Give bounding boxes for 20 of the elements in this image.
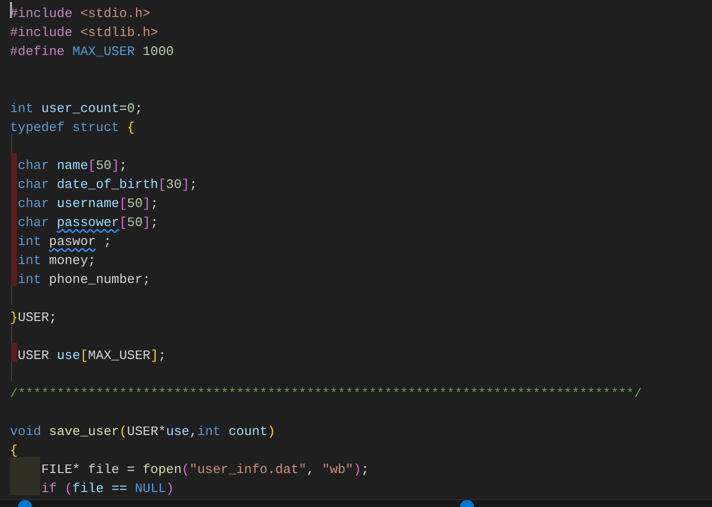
code-line: }USER;	[10, 309, 57, 327]
code-line: /*******************************************************************************/	[10, 385, 642, 403]
code-line: char passower[50];	[16, 214, 158, 232]
code-line: int phone_number;	[16, 271, 150, 289]
code-line: int user_count=0;	[10, 100, 143, 118]
code-line: #include <stdlib.h>	[10, 24, 158, 42]
code-line: char date_of_birth[30];	[16, 176, 198, 194]
code-line: FILE* file = fopen("user_info.dat", "wb");	[40, 461, 369, 479]
code-line: int money;	[16, 252, 96, 270]
code-line: typedef struct {	[10, 119, 135, 137]
badge-icon	[460, 500, 474, 507]
code-line: #define MAX_USER 1000	[10, 43, 174, 61]
badge-icon	[18, 500, 32, 507]
code-line: char username[50];	[16, 195, 158, 213]
code-line: char name[50];	[16, 157, 128, 175]
code-line: void save_user(USER*use,int count)	[10, 423, 276, 441]
code-line: USER use[MAX_USER];	[16, 347, 166, 365]
code-line: if (file == NULL)	[40, 480, 174, 498]
code-line: int paswor ;	[16, 233, 112, 251]
code-line: {	[10, 442, 18, 460]
